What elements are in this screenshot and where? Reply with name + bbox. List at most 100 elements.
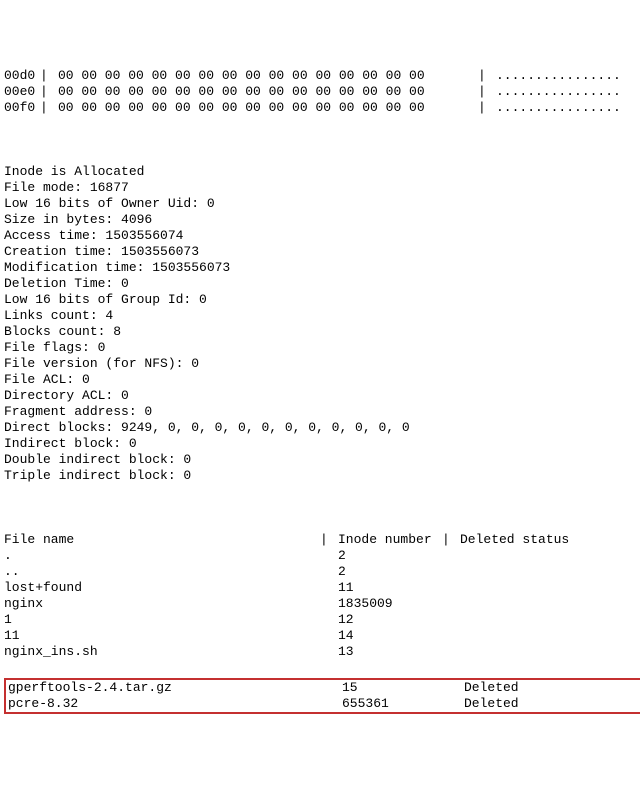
table-row: .. 2: [4, 564, 640, 580]
inode-field: Access time: 1503556074: [4, 228, 640, 244]
deleted-status: [460, 564, 640, 580]
hex-sep: |: [478, 84, 496, 100]
col-header-inode: Inode number: [338, 532, 442, 548]
col-sep: [320, 628, 338, 644]
inode-field: File flags: 0: [4, 340, 640, 356]
inode-field: Inode is Allocated: [4, 164, 640, 180]
table-row: nginx 1835009: [4, 596, 640, 612]
col-sep: [320, 612, 338, 628]
file-name: 11: [4, 628, 320, 644]
deleted-status: [460, 548, 640, 564]
file-name: pcre-8.32: [8, 696, 324, 712]
hex-ascii: ................: [496, 100, 621, 116]
col-sep: [320, 548, 338, 564]
inode-number: 1835009: [338, 596, 442, 612]
deleted-status: [460, 580, 640, 596]
hex-offset: 00e0: [4, 84, 40, 100]
inode-number: 14: [338, 628, 442, 644]
col-sep: [320, 644, 338, 660]
inode-number: 13: [338, 644, 442, 660]
hex-sep: |: [40, 84, 58, 100]
col-sep: [320, 596, 338, 612]
inode-number: 2: [338, 548, 442, 564]
inode-field: Deletion Time: 0: [4, 276, 640, 292]
table-header: File name|Inode number|Deleted status: [4, 532, 640, 548]
table-row: . 2: [4, 548, 640, 564]
hex-row: 00f0|00 00 00 00 00 00 00 00 00 00 00 00…: [4, 100, 640, 116]
hex-sep: |: [40, 100, 58, 116]
col-header-status: Deleted status: [460, 532, 640, 548]
hex-row: 00d0|00 00 00 00 00 00 00 00 00 00 00 00…: [4, 68, 640, 84]
table-row: pcre-8.32 655361 Deleted: [8, 696, 640, 712]
col-sep: [320, 580, 338, 596]
inode-number: 655361: [342, 696, 446, 712]
col-sep: [324, 680, 342, 696]
table-row: nginx_ins.sh 13: [4, 644, 640, 660]
file-name: .: [4, 548, 320, 564]
inode-field: Directory ACL: 0: [4, 388, 640, 404]
inode-number: 2: [338, 564, 442, 580]
hex-row: 00e0|00 00 00 00 00 00 00 00 00 00 00 00…: [4, 84, 640, 100]
hex-bytes: 00 00 00 00 00 00 00 00 00 00 00 00 00 0…: [58, 84, 478, 100]
file-name: gperftools-2.4.tar.gz: [8, 680, 324, 696]
inode-field: Direct blocks: 9249, 0, 0, 0, 0, 0, 0, 0…: [4, 420, 640, 436]
table-row: 11 14: [4, 628, 640, 644]
file-name: ..: [4, 564, 320, 580]
inode-number: 15: [342, 680, 446, 696]
col-sep: [324, 696, 342, 712]
hex-bytes: 00 00 00 00 00 00 00 00 00 00 00 00 00 0…: [58, 100, 478, 116]
deleted-status: [460, 644, 640, 660]
deleted-status: [460, 628, 640, 644]
col-sep: [446, 696, 464, 712]
deleted-status: [460, 596, 640, 612]
hex-sep: |: [478, 68, 496, 84]
inode-field: File ACL: 0: [4, 372, 640, 388]
file-name: nginx: [4, 596, 320, 612]
inode-field: Creation time: 1503556073: [4, 244, 640, 260]
hex-bytes: 00 00 00 00 00 00 00 00 00 00 00 00 00 0…: [58, 68, 478, 84]
inode-field: Triple indirect block: 0: [4, 468, 640, 484]
col-sep: [442, 612, 460, 628]
inode-number: 12: [338, 612, 442, 628]
col-sep: |: [442, 532, 460, 548]
inode-number: 11: [338, 580, 442, 596]
file-name: 1: [4, 612, 320, 628]
inode-field: Low 16 bits of Group Id: 0: [4, 292, 640, 308]
table-row: 1 12: [4, 612, 640, 628]
col-sep: [442, 628, 460, 644]
blank-line: [4, 132, 640, 148]
col-sep: [442, 644, 460, 660]
inode-field: File mode: 16877: [4, 180, 640, 196]
hex-ascii: ................: [496, 84, 621, 100]
col-sep: |: [320, 532, 338, 548]
inode-field: Fragment address: 0: [4, 404, 640, 420]
deleted-status: Deleted: [464, 680, 640, 696]
hex-offset: 00f0: [4, 100, 40, 116]
col-sep: [446, 680, 464, 696]
col-sep: [442, 580, 460, 596]
hex-sep: |: [40, 68, 58, 84]
inode-field: Links count: 4: [4, 308, 640, 324]
table-row: gperftools-2.4.tar.gz 15 Deleted: [8, 680, 640, 696]
deleted-status: [460, 612, 640, 628]
hex-sep: |: [478, 100, 496, 116]
col-sep: [442, 548, 460, 564]
table-row: lost+found 11: [4, 580, 640, 596]
inode-field: Modification time: 1503556073: [4, 260, 640, 276]
file-name: lost+found: [4, 580, 320, 596]
file-name: nginx_ins.sh: [4, 644, 320, 660]
col-sep: [320, 564, 338, 580]
col-sep: [442, 564, 460, 580]
hex-ascii: ................: [496, 68, 621, 84]
hex-dump: 00d0|00 00 00 00 00 00 00 00 00 00 00 00…: [4, 68, 640, 116]
col-sep: [442, 596, 460, 612]
col-header-name: File name: [4, 532, 320, 548]
inode-field: Double indirect block: 0: [4, 452, 640, 468]
deleted-status: Deleted: [464, 696, 640, 712]
file-listing: File name|Inode number|Deleted status. 2…: [4, 532, 640, 660]
inode-field: Blocks count: 8: [4, 324, 640, 340]
inode-field: Size in bytes: 4096: [4, 212, 640, 228]
deleted-highlight: gperftools-2.4.tar.gz 15 Deletedpcre-8.3…: [4, 678, 640, 714]
inode-field: Indirect block: 0: [4, 436, 640, 452]
inode-field: File version (for NFS): 0: [4, 356, 640, 372]
